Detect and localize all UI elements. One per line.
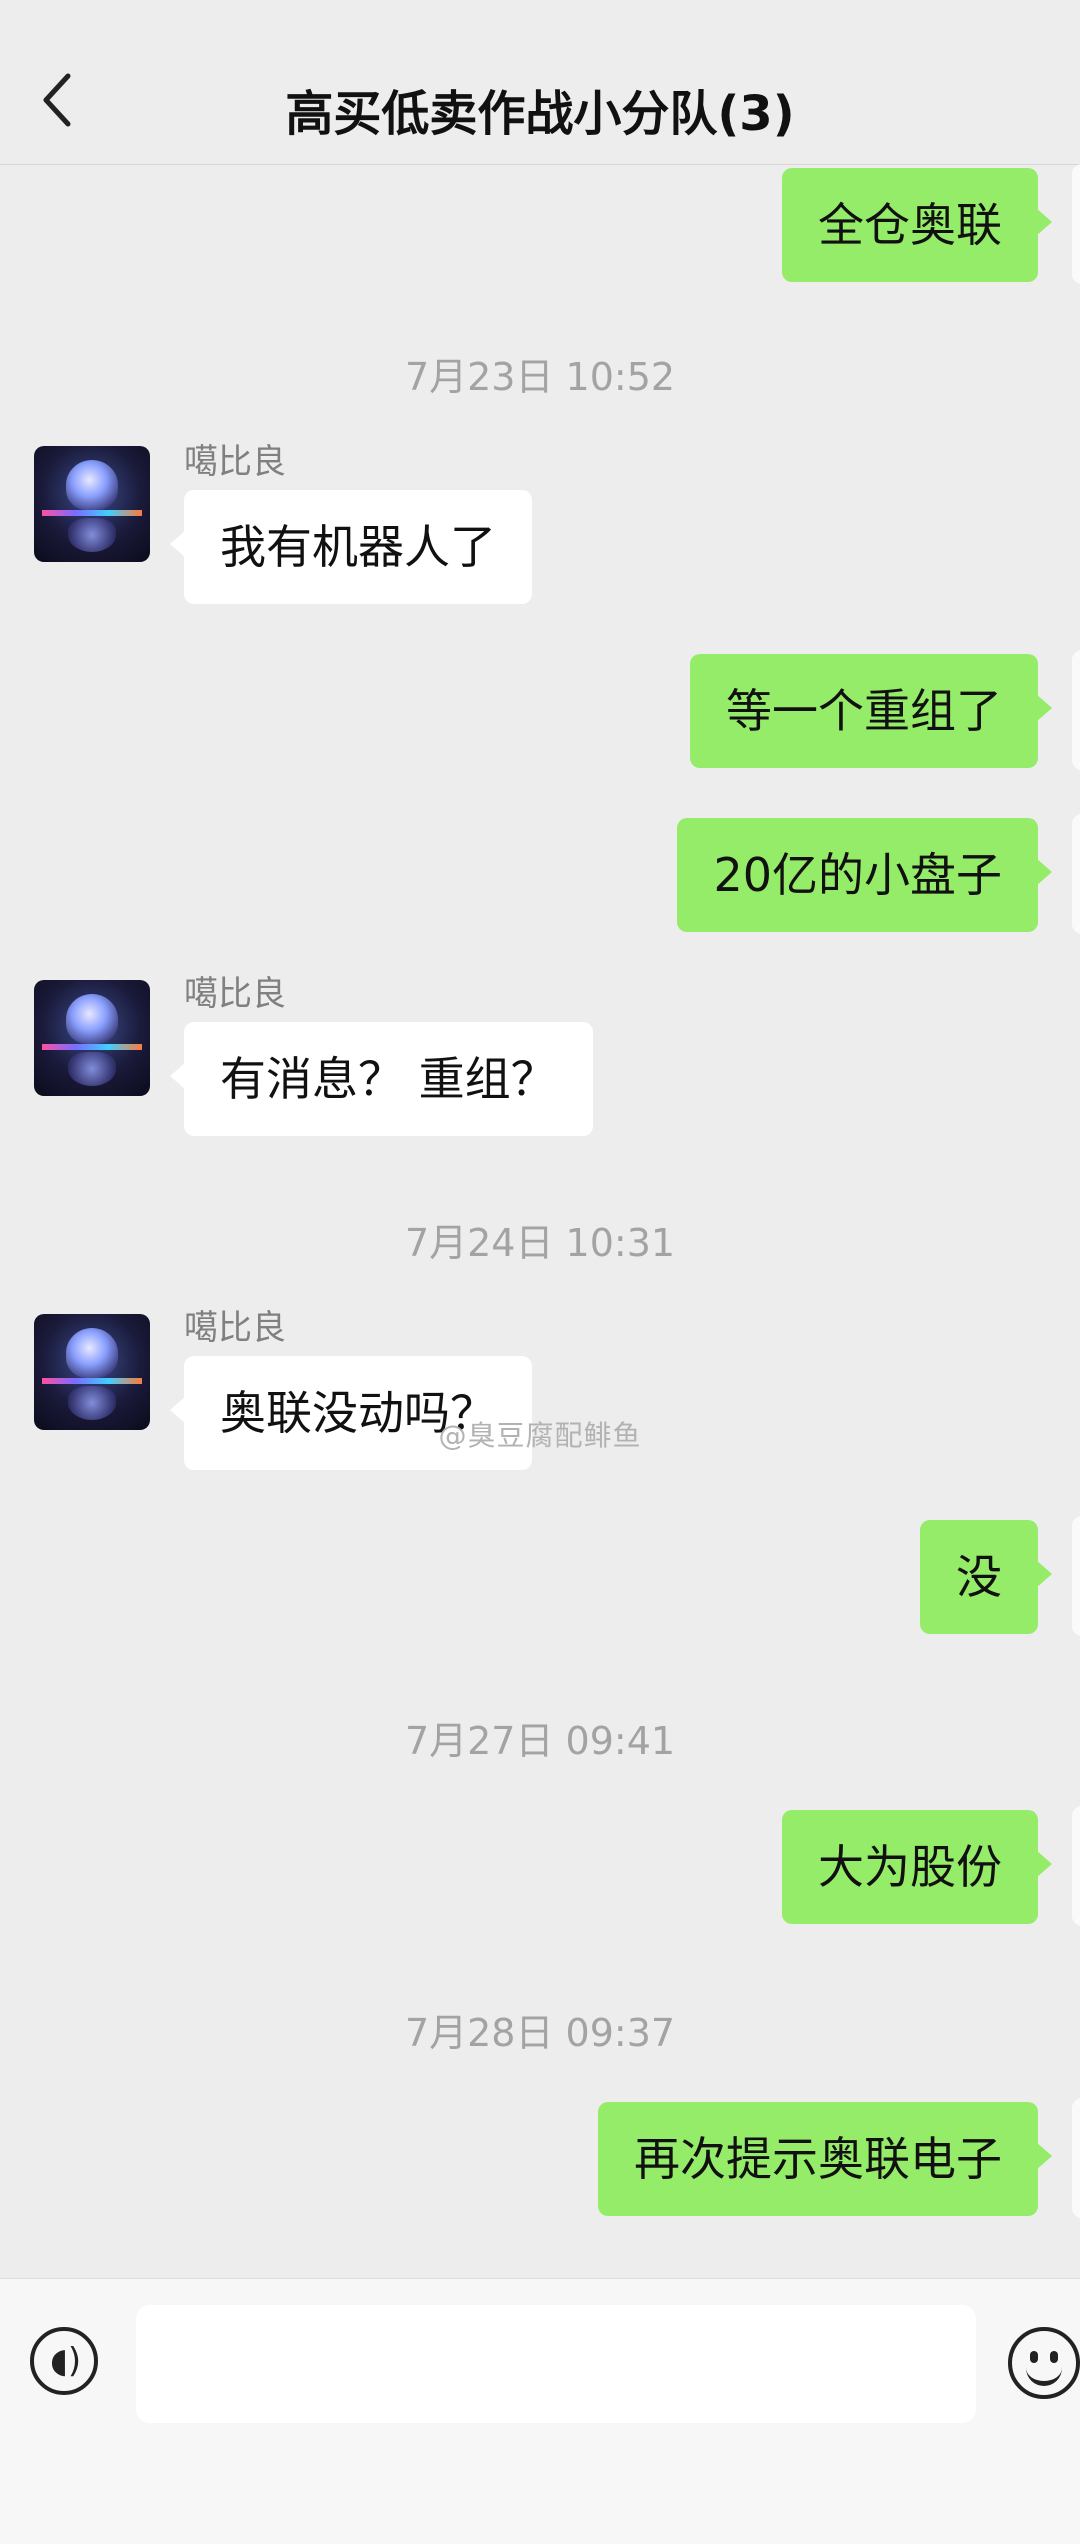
chat-title: 高买低卖作战小分队(3) <box>285 86 795 142</box>
chat-header: 高买低卖作战小分队(3) <box>0 0 1080 165</box>
avatar-decoration <box>42 1044 142 1050</box>
message-bubble-sent[interactable]: 等一个重组了 <box>690 654 1052 768</box>
avatar-gebiliang[interactable] <box>34 1314 150 1430</box>
avatar-decoration <box>42 1378 142 1384</box>
timestamp: 7月27日 09:41 <box>404 1719 676 1763</box>
message-input[interactable] <box>136 2305 976 2423</box>
message-bubble-sent[interactable]: 20亿的小盘子 <box>677 818 1052 932</box>
my-avatar[interactable] <box>1072 814 1080 934</box>
voice-input-icon[interactable]: ◖) <box>30 2327 98 2395</box>
sound-wave-glyph: ◖) <box>50 2341 82 2381</box>
avatar-reflection <box>68 1052 116 1086</box>
message-bubble-sent[interactable]: 没 <box>920 1520 1052 1634</box>
my-avatar[interactable] <box>1072 1806 1080 1926</box>
emoji-icon[interactable] <box>1008 2327 1080 2399</box>
astronaut-avatar-icon <box>66 460 118 510</box>
my-avatar[interactable] <box>1072 2098 1080 2218</box>
message-bubble-sent[interactable]: 全仓奥联 <box>782 168 1052 282</box>
avatar-gebiliang[interactable] <box>34 980 150 1096</box>
emoji-mouth <box>1026 2361 1062 2386</box>
sender-name: 噶比良 <box>184 974 286 1014</box>
watermark: @臭豆腐配鲱鱼 <box>438 1419 642 1452</box>
message-bubble-received[interactable]: 我有机器人了 <box>170 490 532 604</box>
timestamp: 7月23日 10:52 <box>404 355 676 399</box>
astronaut-avatar-icon <box>66 994 118 1044</box>
my-avatar[interactable] <box>1072 650 1080 770</box>
timestamp: 7月28日 09:37 <box>404 2011 676 2055</box>
sender-name: 噶比良 <box>184 1308 286 1348</box>
message-bubble-sent[interactable]: 大为股份 <box>782 1810 1052 1924</box>
avatar-gebiliang[interactable] <box>34 446 150 562</box>
avatar-decoration <box>42 510 142 516</box>
astronaut-avatar-icon <box>66 1328 118 1378</box>
message-list[interactable]: 全仓奥联 7月23日 10:52 噶比良 我有机器人了 等一个重组了 20亿的小… <box>0 164 1080 2276</box>
avatar-reflection <box>68 518 116 552</box>
message-bubble-sent[interactable]: 再次提示奥联电子 <box>598 2102 1052 2216</box>
timestamp: 7月24日 10:31 <box>404 1221 676 1265</box>
input-bar: ◖) <box>0 2278 1080 2544</box>
sender-name: 噶比良 <box>184 442 286 482</box>
my-avatar[interactable] <box>1072 1516 1080 1636</box>
message-bubble-received[interactable]: 有消息？ 重组？ <box>170 1022 593 1136</box>
my-avatar[interactable] <box>1072 164 1080 284</box>
